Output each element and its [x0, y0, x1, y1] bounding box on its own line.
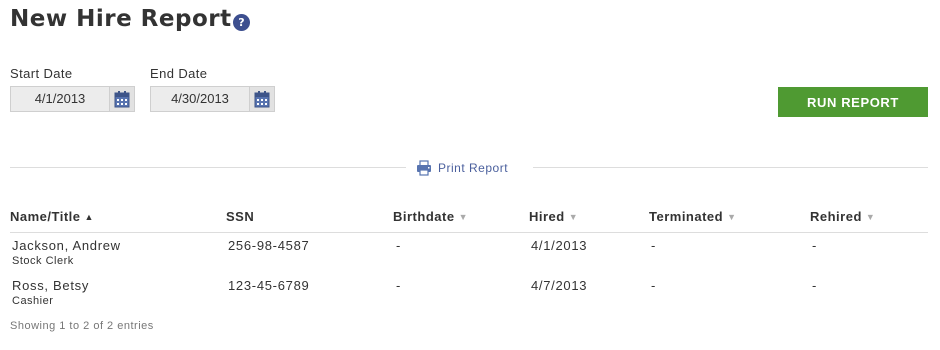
table-header-divider [10, 232, 928, 233]
employee-terminated: - [651, 278, 657, 293]
employee-title: Cashier [12, 295, 54, 307]
end-date-input[interactable]: 4/30/2013 [150, 86, 249, 112]
new-hire-report-page: New Hire Report ? Start Date 4/1/2013 En… [0, 0, 940, 350]
sort-descending-icon: ▼ [458, 212, 468, 222]
end-date-label: End Date [150, 66, 208, 81]
column-header-label: Rehired [810, 209, 862, 224]
employee-name: Jackson, Andrew [12, 238, 121, 253]
run-report-button[interactable]: RUN REPORT [778, 87, 928, 117]
start-date-label: Start Date [10, 66, 73, 81]
sort-descending-icon: ▼ [865, 212, 876, 222]
sort-descending-icon: ▼ [727, 212, 737, 222]
employee-ssn: 256-98-4587 [228, 238, 310, 253]
employee-rehired: - [812, 278, 818, 293]
column-header-label: Name/Title [10, 209, 81, 224]
column-header-hired[interactable]: Hired ▼ [529, 209, 578, 224]
print-report-link[interactable]: Print Report [416, 159, 508, 177]
start-date-input[interactable]: 4/1/2013 [10, 86, 109, 112]
column-header-birthdate[interactable]: Birthdate ▼ [393, 209, 468, 224]
column-header-label: Birthdate [393, 209, 455, 224]
column-header-label: Hired [529, 209, 565, 224]
page-title: New Hire Report [10, 6, 232, 32]
employee-birthdate: - [396, 238, 402, 253]
question-circle-icon[interactable]: ? [233, 14, 250, 31]
divider-left [10, 167, 406, 168]
column-header-label: Terminated [649, 209, 724, 224]
sort-descending-icon: ▼ [568, 212, 579, 222]
start-date-calendar-button[interactable] [109, 86, 135, 112]
column-header-ssn: SSN [226, 209, 254, 224]
employee-rehired: - [812, 238, 818, 253]
divider-right [533, 167, 928, 168]
end-date-calendar-button[interactable] [249, 86, 275, 112]
column-header-terminated[interactable]: Terminated ▼ [649, 209, 737, 224]
column-header-name-title[interactable]: Name/Title ▲ [10, 209, 94, 224]
print-report-label: Print Report [438, 161, 509, 175]
column-header-rehired[interactable]: Rehired ▼ [810, 209, 875, 224]
employee-hired: 4/1/2013 [531, 238, 588, 253]
start-date-picker: 4/1/2013 [10, 86, 135, 112]
column-header-label: SSN [226, 209, 255, 224]
employee-title: Stock Clerk [12, 255, 74, 267]
employee-birthdate: - [396, 278, 402, 293]
employee-name: Ross, Betsy [12, 278, 90, 293]
table-info: Showing 1 to 2 of 2 entries [10, 320, 154, 332]
employee-hired: 4/7/2013 [531, 278, 588, 293]
sort-ascending-icon: ▲ [84, 212, 94, 222]
employee-ssn: 123-45-6789 [228, 278, 310, 293]
printer-icon [417, 160, 431, 176]
calendar-icon [114, 90, 130, 107]
employee-terminated: - [651, 238, 657, 253]
calendar-icon [254, 90, 270, 107]
end-date-picker: 4/30/2013 [150, 86, 275, 112]
